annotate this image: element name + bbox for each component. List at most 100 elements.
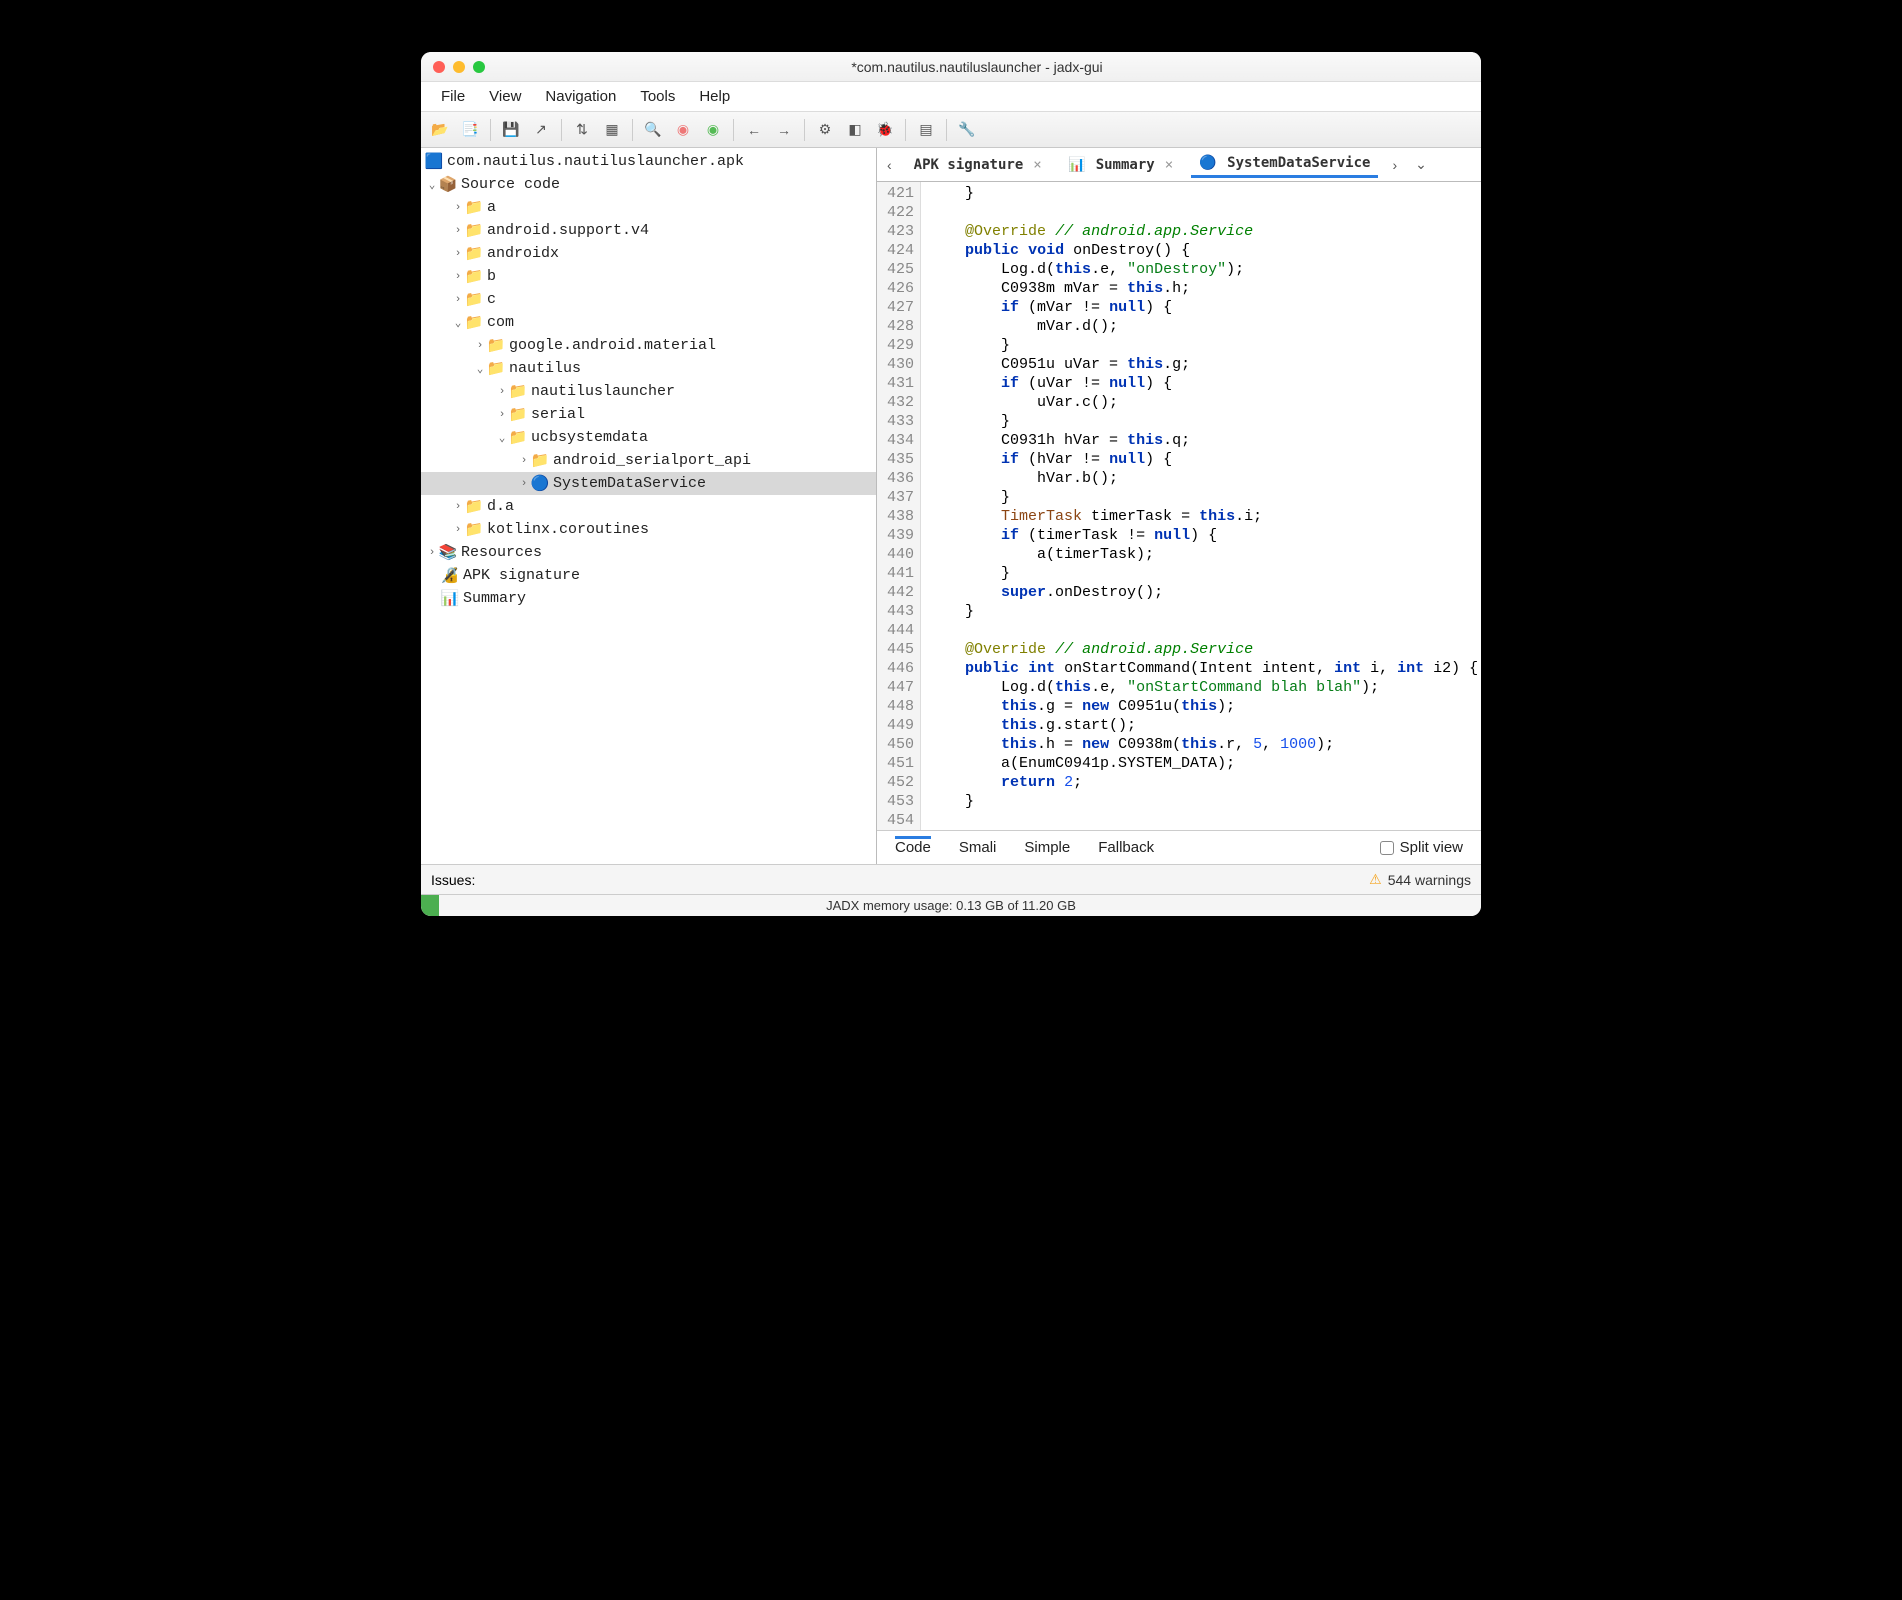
warnings-count[interactable]: ⚠544 warnings — [1369, 871, 1471, 888]
add-files-icon[interactable]: 📑 — [457, 117, 483, 143]
close-tab-icon[interactable]: × — [1033, 157, 1041, 173]
zoom-window-button[interactable] — [473, 61, 485, 73]
titlebar: *com.nautilus.nautiluslauncher - jadx-gu… — [421, 52, 1481, 82]
main-area: 🟦com.nautilus.nautiluslauncher.apk ⌄📦Sou… — [421, 148, 1481, 864]
tab-label: APK signature — [914, 157, 1024, 173]
tree-pkg-kotlinx[interactable]: ›📁kotlinx.coroutines — [421, 518, 876, 541]
tree-summary[interactable]: 📊Summary — [421, 587, 876, 610]
back-icon[interactable]: ← — [741, 117, 767, 143]
issues-label: Issues: — [431, 872, 475, 888]
search-usage-icon[interactable]: ◉ — [700, 117, 726, 143]
view-fallback[interactable]: Fallback — [1098, 839, 1154, 856]
code-content[interactable]: } @Override // android.app.Service publi… — [921, 182, 1481, 830]
status-bar: JADX memory usage: 0.13 GB of 11.20 GB — [421, 894, 1481, 916]
tree-pkg-android-serialport[interactable]: ›📁android_serialport_api — [421, 449, 876, 472]
tree-pkg-ucbsystemdata[interactable]: ⌄📁ucbsystemdata — [421, 426, 876, 449]
open-file-icon[interactable]: 📂 — [427, 117, 453, 143]
checkbox-icon[interactable] — [1380, 841, 1394, 855]
tab-label: Summary — [1096, 157, 1155, 173]
tab-label: SystemDataService — [1227, 155, 1370, 171]
save-icon[interactable]: 💾 — [498, 117, 524, 143]
tree-pkg-d-a[interactable]: ›📁d.a — [421, 495, 876, 518]
split-view-toggle[interactable]: Split view — [1380, 839, 1463, 856]
package-icon: 📁 — [465, 313, 483, 332]
minimize-window-button[interactable] — [453, 61, 465, 73]
forward-icon[interactable]: → — [771, 117, 797, 143]
tree-label: serial — [531, 406, 585, 423]
tree-pkg-b[interactable]: ›📁b — [421, 265, 876, 288]
tree-label: nautilus — [509, 360, 581, 377]
tab-more-button[interactable]: ⌄ — [1411, 156, 1431, 173]
view-mode-tabs: Code Smali Simple Fallback Split view — [877, 830, 1481, 864]
code-editor[interactable]: 4214224234244254264274284294304314324334… — [877, 182, 1481, 830]
editor-tabs: ‹ APK signature× 📊Summary× 🔵SystemDataSe… — [877, 148, 1481, 182]
package-icon: 📁 — [465, 221, 483, 240]
menu-help[interactable]: Help — [687, 84, 742, 109]
package-icon: 📁 — [487, 336, 505, 355]
menu-view[interactable]: View — [477, 84, 533, 109]
package-icon: 📁 — [465, 290, 483, 309]
quark-icon[interactable]: ◧ — [842, 117, 868, 143]
memory-status: JADX memory usage: 0.13 GB of 11.20 GB — [826, 898, 1076, 913]
tree-source-code[interactable]: ⌄📦Source code — [421, 173, 876, 196]
deobfuscate-icon[interactable]: ⚙ — [812, 117, 838, 143]
tree-pkg-c[interactable]: ›📁c — [421, 288, 876, 311]
sync-icon[interactable]: ⇅ — [569, 117, 595, 143]
tree-label: com.nautilus.nautiluslauncher.apk — [447, 153, 744, 170]
tree-label: kotlinx.coroutines — [487, 521, 649, 538]
package-icon: 📁 — [509, 382, 527, 401]
tab-systemdataservice[interactable]: 🔵 SystemDataService — [1191, 151, 1378, 178]
search-class-icon[interactable]: ◉ — [670, 117, 696, 143]
tree-pkg-nautiluslauncher[interactable]: ›📁nautiluslauncher — [421, 380, 876, 403]
close-window-button[interactable] — [433, 61, 445, 73]
tree-pkg-google-material[interactable]: ›📁google.android.material — [421, 334, 876, 357]
app-window: *com.nautilus.nautiluslauncher - jadx-gu… — [421, 52, 1481, 916]
tree-pkg-androidx[interactable]: ›📁androidx — [421, 242, 876, 265]
tree-label: a — [487, 199, 496, 216]
tab-summary[interactable]: 📊Summary× — [1060, 153, 1181, 177]
package-icon: 📁 — [509, 405, 527, 424]
tree-pkg-a[interactable]: ›📁a — [421, 196, 876, 219]
tree-label: b — [487, 268, 496, 285]
toolbar: 📂 📑 💾 ↗ ⇅ ▦ 🔍 ◉ ◉ ← → ⚙ ◧ 🐞 ▤ 🔧 — [421, 112, 1481, 148]
tree-apk-root[interactable]: 🟦com.nautilus.nautiluslauncher.apk — [421, 150, 876, 173]
tab-prev-button[interactable]: ‹ — [883, 157, 896, 173]
warning-icon: ⚠ — [1369, 871, 1382, 888]
preferences-icon[interactable]: 🔧 — [954, 117, 980, 143]
log-icon[interactable]: ▤ — [913, 117, 939, 143]
tree-label: Source code — [461, 176, 560, 193]
tab-apk-signature[interactable]: APK signature × — [906, 153, 1050, 177]
tree-apk-signature[interactable]: 🔏APK signature — [421, 564, 876, 587]
debug-icon[interactable]: 🐞 — [872, 117, 898, 143]
close-tab-icon[interactable]: × — [1165, 157, 1173, 173]
tree-pkg-android-support[interactable]: ›📁android.support.v4 — [421, 219, 876, 242]
menu-tools[interactable]: Tools — [628, 84, 687, 109]
package-icon: 📁 — [465, 198, 483, 217]
view-simple[interactable]: Simple — [1024, 839, 1070, 856]
traffic-lights — [433, 61, 485, 73]
menu-navigation[interactable]: Navigation — [533, 84, 628, 109]
tree-label: androidx — [487, 245, 559, 262]
tree-label: Summary — [463, 590, 526, 607]
menu-file[interactable]: File — [429, 84, 477, 109]
view-code[interactable]: Code — [895, 836, 931, 856]
tree-resources[interactable]: ›📚Resources — [421, 541, 876, 564]
package-icon: 📁 — [487, 359, 505, 378]
tree-pkg-nautilus[interactable]: ⌄📁nautilus — [421, 357, 876, 380]
tab-next-button[interactable]: › — [1388, 157, 1401, 173]
tree-class-systemdataservice[interactable]: ›🔵SystemDataService — [421, 472, 876, 495]
search-icon[interactable]: 🔍 — [640, 117, 666, 143]
resources-icon: 📚 — [439, 543, 457, 562]
tree-pkg-serial[interactable]: ›📁serial — [421, 403, 876, 426]
package-icon: 📁 — [465, 244, 483, 263]
apk-icon: 🟦 — [425, 152, 443, 171]
tree-pkg-com[interactable]: ⌄📁com — [421, 311, 876, 334]
view-smali[interactable]: Smali — [959, 839, 997, 856]
export-icon[interactable]: ↗ — [528, 117, 554, 143]
class-icon: 🔵 — [1199, 155, 1217, 171]
flatten-icon[interactable]: ▦ — [599, 117, 625, 143]
tree-label: android_serialport_api — [553, 452, 751, 469]
line-gutter: 4214224234244254264274284294304314324334… — [877, 182, 921, 830]
project-tree[interactable]: 🟦com.nautilus.nautiluslauncher.apk ⌄📦Sou… — [421, 148, 876, 864]
menu-bar: File View Navigation Tools Help — [421, 82, 1481, 112]
